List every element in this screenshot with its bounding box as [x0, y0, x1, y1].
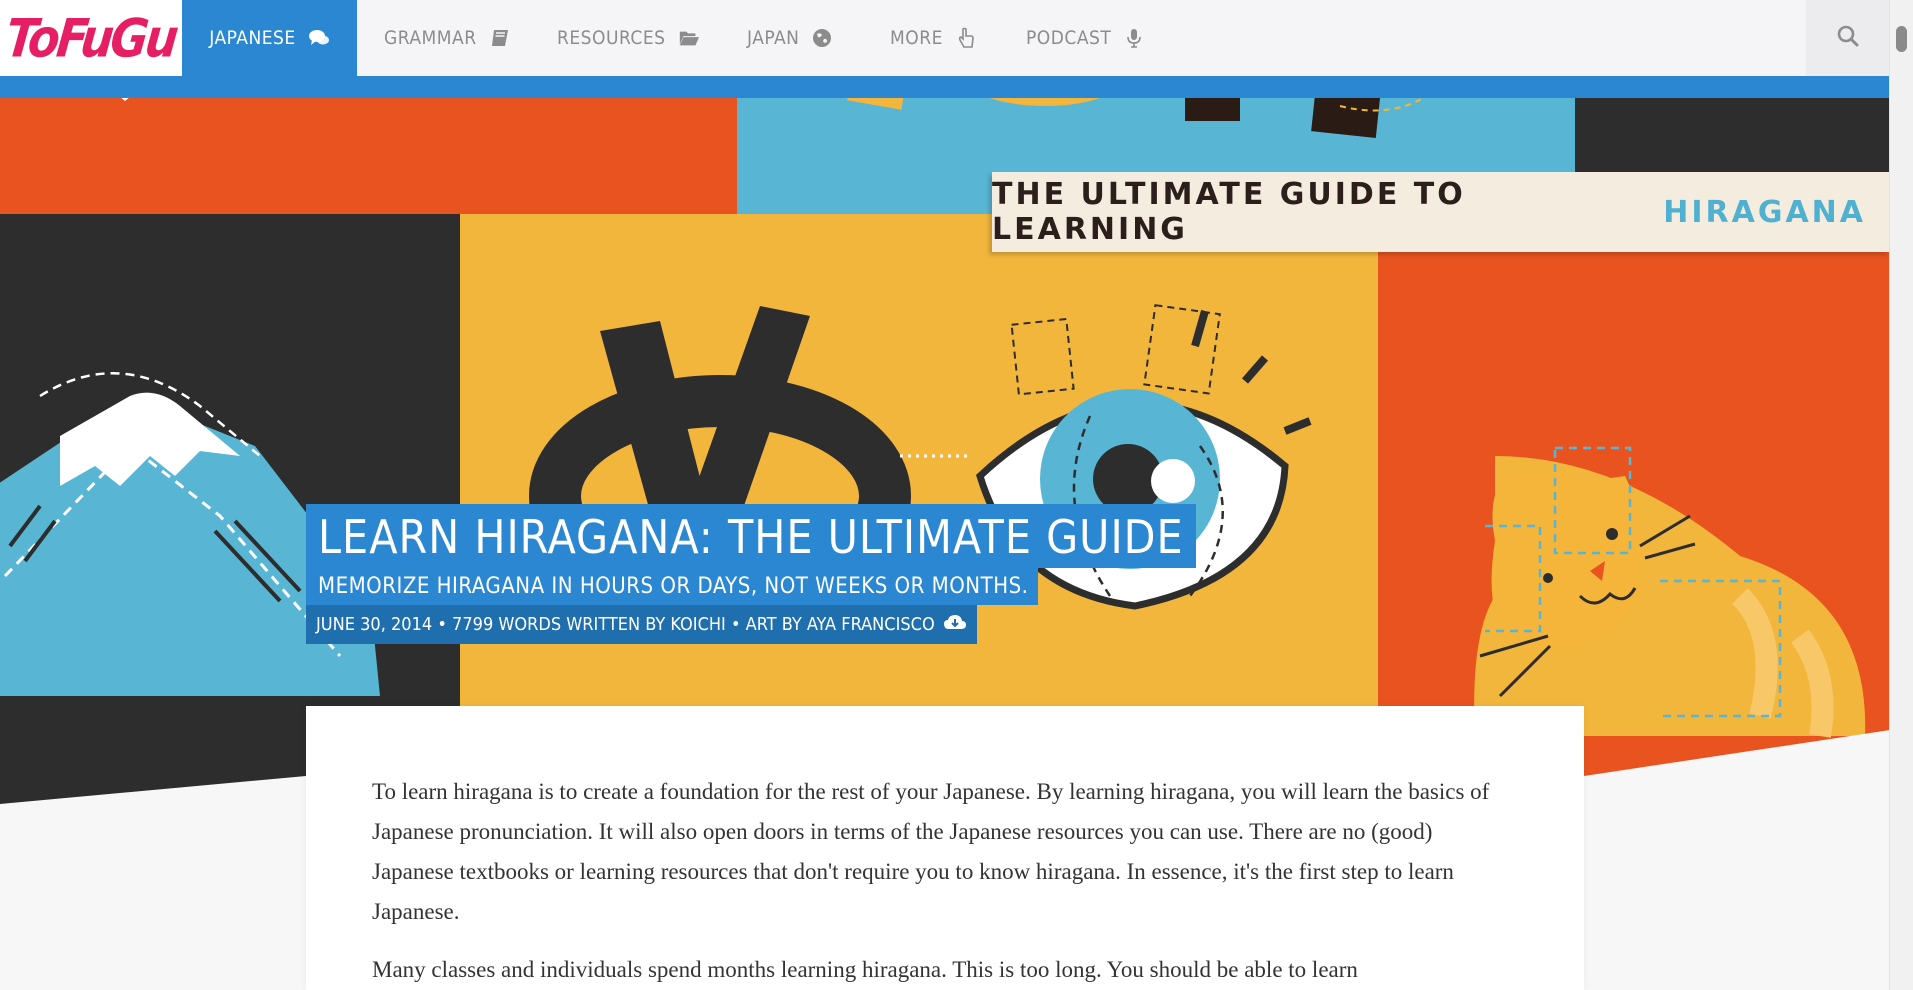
nav-item-label: PODCAST — [1026, 27, 1112, 49]
search-button[interactable] — [1806, 0, 1890, 76]
page-title: LEARN HIRAGANA: THE ULTIMATE GUIDE — [306, 504, 1196, 568]
scrollbar-thumb[interactable] — [1896, 26, 1907, 52]
nav-item-label: GRAMMAR — [384, 27, 477, 49]
search-icon — [1836, 24, 1860, 53]
article-meta-text: JUNE 30, 2014 • 7799 WORDS WRITTEN BY KO… — [316, 614, 935, 635]
globe-icon — [811, 27, 833, 49]
page-subtitle: MEMORIZE HIRAGANA IN HOURS OR DAYS, NOT … — [306, 568, 1039, 605]
article-header: LEARN HIRAGANA: THE ULTIMATE GUIDE MEMOR… — [306, 504, 1196, 644]
comments-icon — [308, 27, 330, 49]
folder-open-icon — [678, 27, 700, 49]
nav-item-label: JAPAN — [747, 27, 800, 49]
hero-illustration: THE ULTIMATE GUIDE TO LEARNING HIRAGANA — [0, 76, 1890, 806]
nav-item-label: RESOURCES — [557, 27, 666, 49]
book-icon — [489, 27, 511, 49]
site-logo[interactable]: ToFuGu — [0, 0, 182, 76]
nav-item-resources[interactable]: RESOURCES — [557, 0, 700, 76]
top-navigation: ToFuGu JAPANESE GRAMMAR RESOURCES JAPAN … — [0, 0, 1890, 76]
article-paragraph: Many classes and individuals spend month… — [372, 957, 1358, 982]
nav-item-label: JAPANESE — [209, 27, 296, 49]
nav-accent-bar — [0, 76, 1890, 98]
microphone-icon — [1123, 27, 1145, 49]
article-paragraph: To learn hiragana is to create a foundat… — [372, 779, 1490, 924]
logo-text: ToFuGu — [3, 6, 179, 70]
nav-item-more[interactable]: MORE — [890, 0, 977, 76]
nav-item-podcast[interactable]: PODCAST — [1026, 0, 1145, 76]
page-scrollbar[interactable] — [1889, 0, 1913, 990]
cloud-download-icon[interactable] — [943, 613, 967, 636]
article-meta: JUNE 30, 2014 • 7799 WORDS WRITTEN BY KO… — [306, 605, 977, 644]
hero-banner-highlight: HIRAGANA — [1663, 194, 1866, 230]
hero-banner: THE ULTIMATE GUIDE TO LEARNING HIRAGANA — [992, 172, 1890, 252]
nav-item-japan[interactable]: JAPAN — [747, 0, 833, 76]
article-body: To learn hiragana is to create a foundat… — [306, 706, 1584, 990]
nav-item-label: MORE — [890, 27, 943, 49]
nav-item-japanese[interactable]: JAPANESE — [182, 0, 357, 76]
nav-item-grammar[interactable]: GRAMMAR — [384, 0, 511, 76]
hand-pointer-icon — [955, 27, 977, 49]
hero-banner-text: THE ULTIMATE GUIDE TO LEARNING — [992, 177, 1466, 247]
